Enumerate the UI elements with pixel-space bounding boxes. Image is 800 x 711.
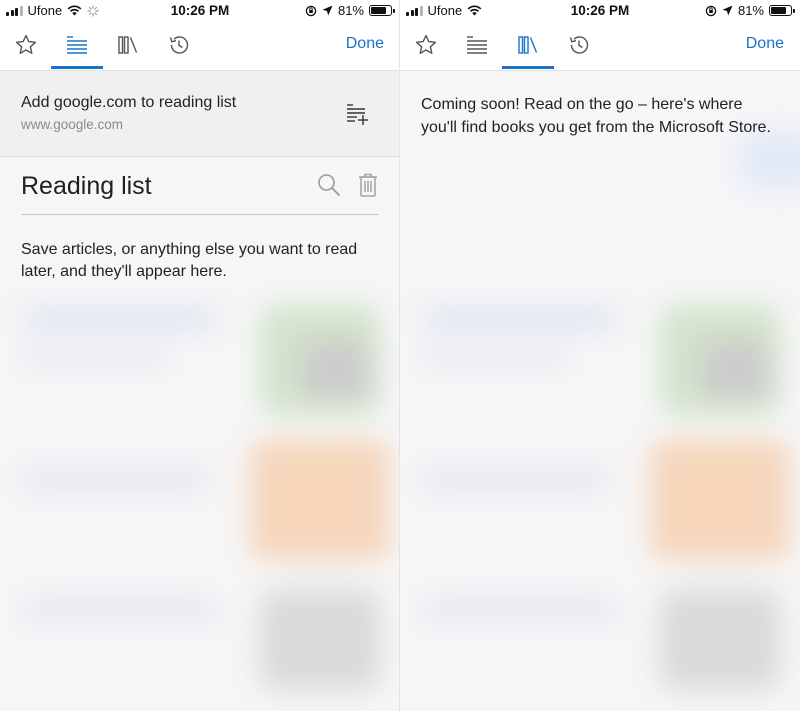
star-icon bbox=[415, 34, 437, 54]
tab-history[interactable] bbox=[153, 22, 205, 68]
reading-list-empty-message: Save articles, or anything else you want… bbox=[21, 241, 358, 280]
star-icon bbox=[15, 34, 37, 54]
status-bar: Ufone 10:26 PM 81% bbox=[0, 0, 400, 22]
tab-history[interactable] bbox=[553, 22, 605, 68]
orientation-lock-icon bbox=[305, 5, 317, 16]
phone-screen-reading-list: Ufone 10:26 PM 81% Done Add google.com t… bbox=[0, 0, 400, 711]
tab-favorites[interactable] bbox=[400, 22, 452, 68]
reading-list-icon bbox=[467, 36, 487, 54]
battery-icon bbox=[769, 5, 795, 16]
tab-books[interactable] bbox=[102, 22, 154, 68]
hub-toolbar: Done bbox=[400, 22, 800, 71]
history-icon bbox=[169, 36, 189, 54]
trash-icon[interactable] bbox=[356, 172, 380, 198]
blurred-background bbox=[400, 70, 800, 711]
hub-toolbar: Done bbox=[0, 22, 400, 71]
done-button[interactable]: Done bbox=[746, 35, 784, 53]
battery-percent: 81% bbox=[737, 3, 764, 18]
books-coming-soon-message: Coming soon! Read on the go – here's whe… bbox=[421, 96, 771, 136]
add-to-reading-list-banner[interactable]: Add google.com to reading list www.googl… bbox=[0, 71, 400, 157]
status-bar: Ufone 10:26 PM 81% bbox=[400, 0, 800, 22]
battery-level bbox=[371, 7, 387, 14]
battery-percent: 81% bbox=[337, 3, 364, 18]
phone-screen-books: Ufone 10:26 PM 81% Done Coming soon! Rea… bbox=[400, 0, 800, 711]
location-arrow-icon bbox=[322, 5, 333, 16]
reading-list-icon bbox=[67, 36, 87, 54]
search-icon[interactable] bbox=[316, 172, 342, 198]
blurred-background bbox=[0, 70, 400, 711]
battery-level bbox=[771, 7, 787, 14]
books-icon bbox=[518, 36, 538, 54]
tab-reading-list[interactable] bbox=[451, 22, 503, 68]
books-icon bbox=[118, 36, 138, 54]
location-arrow-icon bbox=[722, 5, 733, 16]
add-banner-title: Add google.com to reading list bbox=[21, 94, 237, 111]
done-button[interactable]: Done bbox=[346, 35, 384, 53]
reading-list-title: Reading list bbox=[21, 172, 152, 200]
battery-icon bbox=[369, 5, 395, 16]
add-to-reading-list-icon[interactable] bbox=[343, 99, 371, 127]
tab-favorites[interactable] bbox=[0, 22, 52, 68]
history-icon bbox=[569, 36, 589, 54]
tab-reading-list[interactable] bbox=[51, 22, 103, 69]
title-divider bbox=[21, 214, 379, 215]
tab-books[interactable] bbox=[502, 22, 554, 69]
add-banner-url: www.google.com bbox=[21, 117, 124, 132]
orientation-lock-icon bbox=[705, 5, 717, 16]
